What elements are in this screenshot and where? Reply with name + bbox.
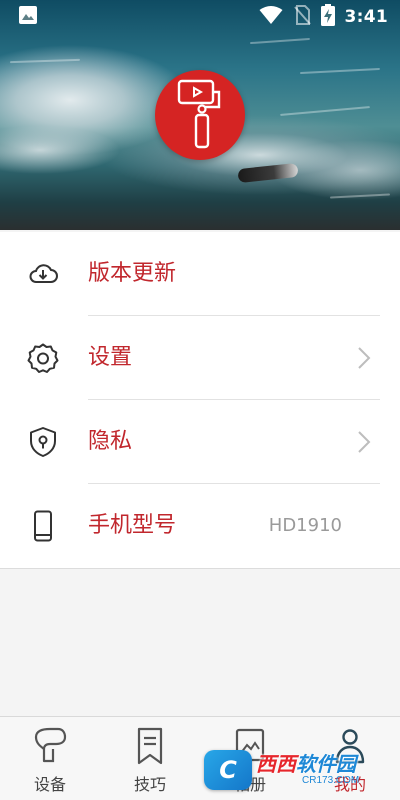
app-logo [155, 70, 245, 160]
bookmark-icon [132, 727, 168, 765]
header-banner: 3:41 [0, 0, 400, 230]
download-cloud-icon [27, 258, 59, 290]
menu-item-version-update[interactable]: 版本更新 [0, 232, 400, 316]
tab-device[interactable]: 设备 [0, 717, 100, 800]
image-icon [18, 5, 38, 29]
watermark-logo: C 西西软件园 CR173.COM [204, 746, 388, 794]
battery-charging-icon [320, 4, 335, 30]
settings-menu: 版本更新 设置 隐私 手机型号 HD1910 [0, 232, 400, 569]
gear-icon [27, 342, 59, 374]
wifi-icon [259, 5, 283, 29]
menu-item-phone-model: 手机型号 HD1910 [0, 484, 400, 568]
status-bar: 3:41 [0, 0, 400, 34]
no-sim-icon [293, 5, 311, 29]
watermark-url: CR173.COM [302, 775, 360, 786]
clock-time: 3:41 [344, 7, 388, 27]
chevron-right-icon [354, 430, 374, 454]
device-gimbal-icon [32, 727, 68, 765]
menu-label-version-update: 版本更新 [88, 261, 177, 286]
phone-model-value: HD1910 [268, 515, 342, 536]
shield-lock-icon [27, 426, 59, 458]
menu-label-phone-model: 手机型号 [88, 513, 177, 538]
surfer-image [237, 162, 299, 184]
tab-tips[interactable]: 技巧 [100, 717, 200, 800]
watermark-title-blue: 软件园 [296, 752, 356, 776]
menu-label-privacy: 隐私 [88, 429, 133, 454]
tab-label-device: 设备 [33, 775, 66, 794]
chevron-right-icon [354, 346, 374, 370]
watermark-badge: C [204, 750, 252, 790]
tab-label-tips: 技巧 [133, 775, 166, 794]
watermark-title-red: 西西 [256, 752, 296, 776]
menu-item-privacy[interactable]: 隐私 [0, 400, 400, 484]
menu-label-settings: 设置 [88, 345, 133, 370]
gimbal-stabilizer-icon [175, 77, 225, 153]
menu-item-settings[interactable]: 设置 [0, 316, 400, 400]
phone-icon [27, 510, 59, 542]
